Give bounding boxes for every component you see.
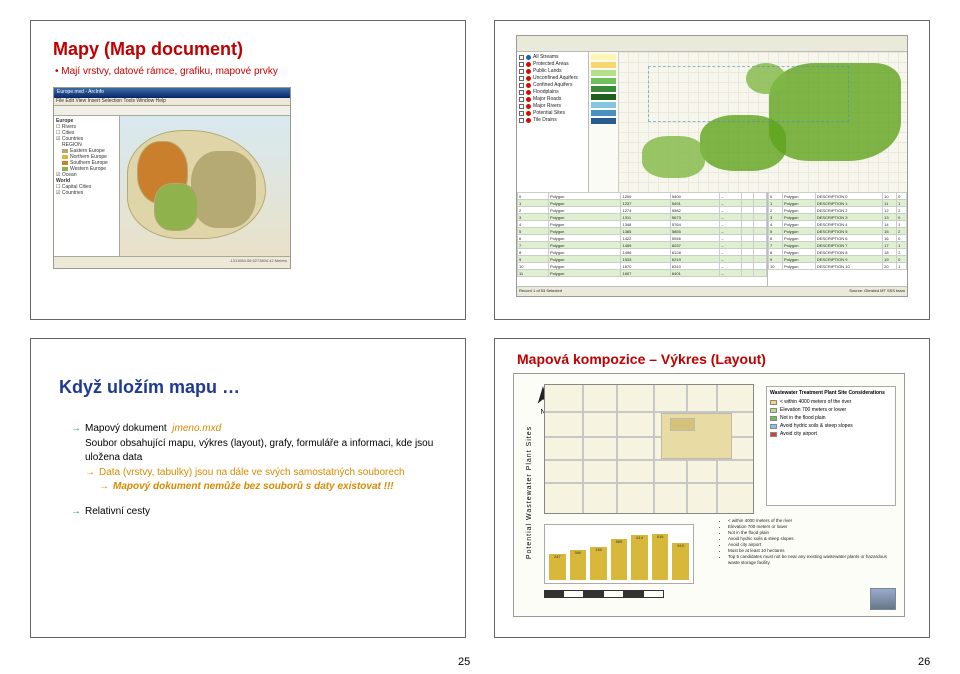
layout-bar-chart: 247390145585614616619: [544, 524, 694, 584]
layout-criteria-text: < within 4000 meters of the riverElevati…: [718, 514, 896, 584]
slide3-title: Když uložím mapu …: [59, 377, 443, 398]
slide4-title: Mapová kompozice – Výkres (Layout): [517, 351, 911, 367]
gis-toc: All StreamsProtected AreasPublic LandsUn…: [517, 52, 589, 192]
arcmap-map-canvas: [120, 116, 290, 256]
overview-globe: [870, 588, 896, 610]
slide-gis-composite: All StreamsProtected AreasPublic LandsUn…: [494, 20, 930, 320]
arcmap-titlebar: Europe.mxd - ArcInfo: [54, 88, 290, 98]
slide1-bullet: • Mají vrstvy, datové rámce, grafiku, ma…: [55, 66, 443, 77]
page-number-right: 26: [918, 656, 930, 668]
scalebar: [544, 590, 664, 598]
arcmap-window: Europe.mxd - ArcInfo File Edit View Inse…: [53, 87, 291, 269]
arcmap-toc: Europe ☐ Rivers ☐ Cities ☑ Countries REG…: [54, 116, 120, 256]
gis-toolbar: [517, 36, 907, 52]
gis-window: All StreamsProtected AreasPublic LandsUn…: [516, 35, 908, 297]
layout-legend: Wastewater Treatment Plant Site Consider…: [766, 386, 896, 506]
slide-save-map: Když uložím mapu … →Mapový dokument jmen…: [30, 338, 466, 638]
gis-map-canvas: [619, 52, 907, 192]
page-number-left: 25: [458, 656, 470, 668]
arcmap-menubar: File Edit View Insert Selection Tools Wi…: [54, 98, 290, 106]
slide-layout: Mapová kompozice – Výkres (Layout) N Pot…: [494, 338, 930, 638]
arcmap-toolbar: [54, 106, 290, 116]
gis-statusbar: Record 1 of 53 Selected Source: Olmsted …: [517, 286, 907, 296]
gis-attribute-table: 0Polygon12005400–1Polygon12375491–2Polyg…: [517, 192, 767, 296]
gis-legend: [589, 52, 619, 192]
layout-map: [544, 384, 754, 514]
arcmap-statusbar: -1311084.08 5272804.42 Meters: [54, 256, 290, 268]
slide-map-document: Mapy (Map document) • Mají vrstvy, datov…: [30, 20, 466, 320]
slide1-title: Mapy (Map document): [53, 39, 443, 60]
slide3-body: →Mapový dokument jmeno.mxd Soubor obsahu…: [71, 422, 443, 519]
gis-selection-info: 0PolygonDESCRIPTION 01001PolygonDESCRIPT…: [767, 192, 907, 296]
layout-preview: N Potential Wastewater Plant Sites Waste…: [513, 373, 905, 617]
layout-title-vertical: Potential Wastewater Plant Sites: [522, 418, 538, 566]
